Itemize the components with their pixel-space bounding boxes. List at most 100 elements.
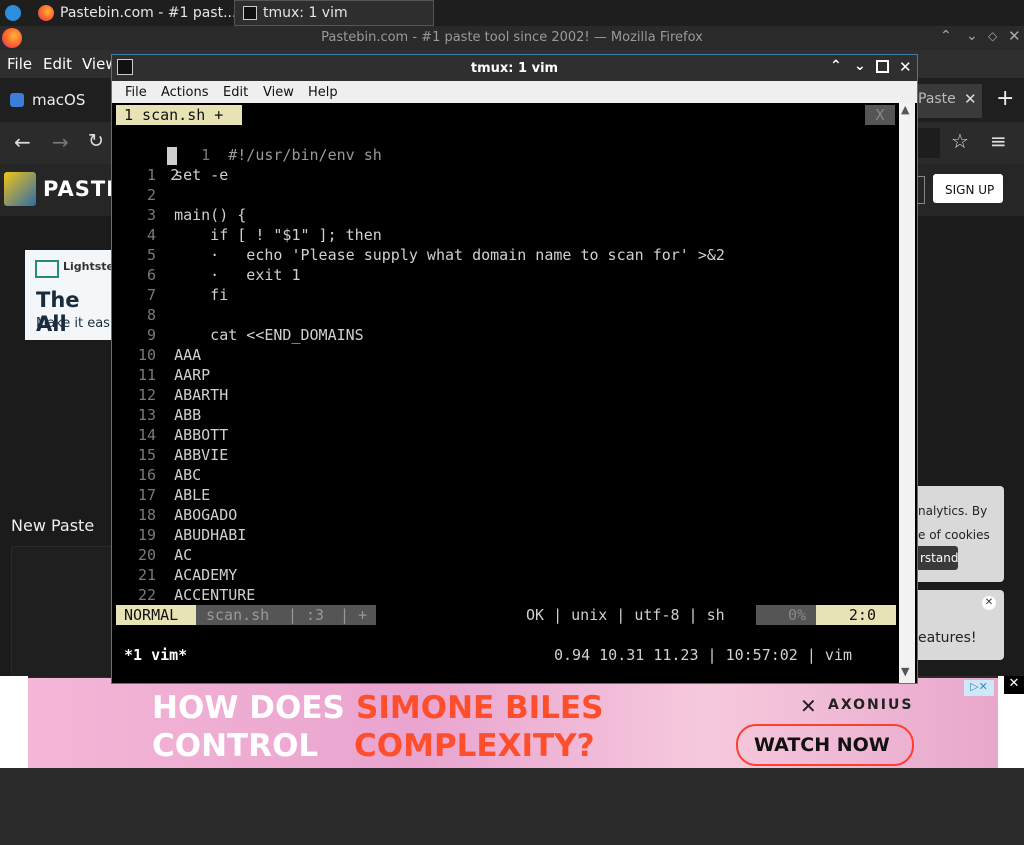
code-text: ABB xyxy=(174,406,202,424)
scroll-down-icon[interactable]: ▼ xyxy=(901,665,909,678)
features-notice: ✕ eatures! xyxy=(912,590,1004,660)
taskbar-browser-label: Pastebin.com - #1 past... xyxy=(60,5,237,21)
signup-label: SIGN UP xyxy=(945,183,995,197)
code-line: 18 ABOGADO xyxy=(116,505,725,525)
maximize-icon[interactable] xyxy=(876,60,889,73)
code-line: 16 ABC xyxy=(116,465,725,485)
text-cursor xyxy=(167,147,177,165)
hamburger-menu-icon[interactable]: ≡ xyxy=(990,129,1007,153)
lightstep-logo-icon xyxy=(35,260,59,278)
code-text: · echo 'Please supply what domain name t… xyxy=(174,246,725,264)
adchoices-icon[interactable]: ▷✕ xyxy=(964,680,994,696)
term-menu-edit[interactable]: Edit xyxy=(223,85,248,100)
ad-line2-b: COMPLEXITY? xyxy=(354,728,595,764)
code-line: 13 ABB xyxy=(116,405,725,425)
code-text: ABC xyxy=(174,466,202,484)
reload-icon[interactable]: ↻ xyxy=(88,130,104,152)
search-box[interactable] xyxy=(918,176,925,204)
tab-macos[interactable]: macOS xyxy=(32,91,85,109)
terminal-content[interactable]: 1 scan.sh + X 1 #!/usr/bin/env sh 2 1 se… xyxy=(112,103,917,683)
line-number: 8 xyxy=(146,306,156,324)
code-line: 9 cat <<END_DOMAINS xyxy=(116,325,725,345)
term-menu-file[interactable]: File xyxy=(125,85,147,100)
code-line: 19 ABUDHABI xyxy=(116,525,725,545)
close-icon[interactable]: ✕ xyxy=(899,58,912,76)
code-text: ABARTH xyxy=(174,386,229,404)
maximize-icon[interactable]: ⌄ xyxy=(966,28,978,44)
back-icon[interactable]: ← xyxy=(14,130,31,154)
url-bar[interactable] xyxy=(918,128,940,158)
restore-icon[interactable]: ◇ xyxy=(988,29,997,43)
vim-mode: NORMAL xyxy=(116,605,196,625)
code-line: 4 if [ ! "$1" ]; then xyxy=(116,225,725,245)
terminal-title: tmux: 1 vim xyxy=(470,61,559,76)
pastebin-logo-icon xyxy=(4,172,36,206)
close-icon[interactable]: ✕ xyxy=(1008,27,1021,45)
line-number: 9 xyxy=(146,326,156,344)
code-text: AAA xyxy=(174,346,202,364)
scroll-up-icon[interactable]: ▲ xyxy=(901,103,909,116)
line-number: 14 xyxy=(137,426,156,444)
terminal-window[interactable]: tmux: 1 vim ⌃ ⌄ ✕ File Actions Edit View… xyxy=(111,54,918,684)
tmux-window[interactable]: *1 vim* xyxy=(124,645,187,665)
line-number: 15 xyxy=(137,446,156,464)
ad-close-icon[interactable]: ✕ xyxy=(1004,676,1024,694)
terminal-titlebar[interactable]: tmux: 1 vim ⌃ ⌄ ✕ xyxy=(112,55,917,81)
code-line: 8 xyxy=(116,305,725,325)
code-text: ABBVIE xyxy=(174,446,229,464)
taskbar-firefox-item[interactable]: Pastebin.com - #1 past... xyxy=(28,0,240,26)
forward-icon[interactable]: → xyxy=(52,130,69,154)
paste-editor-area[interactable] xyxy=(11,546,113,678)
code-line: 21 ACADEMY xyxy=(116,565,725,585)
code-text: ABBOTT xyxy=(174,426,229,444)
code-text: fi xyxy=(174,286,229,304)
code-text: AARP xyxy=(174,366,211,384)
code-line: 17 ABLE xyxy=(116,485,725,505)
line-number: 4 xyxy=(146,226,156,244)
tmux-statusline: *1 vim* 0.94 10.31 11.23 | 10:57:02 | vi… xyxy=(116,645,896,665)
code-text: #!/usr/bin/env sh xyxy=(228,146,382,164)
minimize-icon[interactable]: ⌃ xyxy=(830,58,842,74)
term-menu-view[interactable]: View xyxy=(263,85,294,100)
minimize-icon[interactable]: ⌃ xyxy=(940,28,952,44)
terminal-menubar: File Actions Edit View Help xyxy=(112,81,917,103)
term-menu-actions[interactable]: Actions xyxy=(161,85,209,100)
code-text: ABLE xyxy=(174,486,211,504)
vim-tab-active[interactable]: 1 scan.sh + xyxy=(116,105,242,125)
vim-sep: | xyxy=(340,606,350,624)
terminal-scrollbar[interactable]: ▲ ▼ xyxy=(899,103,915,683)
term-menu-help[interactable]: Help xyxy=(308,85,338,100)
taskbar-terminal-item[interactable]: tmux: 1 vim xyxy=(234,0,434,26)
watch-now-label: WATCH NOW xyxy=(754,734,890,756)
line-number: 22 xyxy=(137,586,156,604)
terminal-icon xyxy=(243,6,257,20)
menu-edit[interactable]: Edit xyxy=(43,55,72,73)
ad-banner-left[interactable]: Lightstep The All Make it eas xyxy=(25,250,122,340)
code-line: 22 ACCENTURE xyxy=(116,585,725,605)
code-text: main() { xyxy=(174,206,247,224)
cookie-accept-label: rstand xyxy=(920,551,959,565)
code-text: ABUDHABI xyxy=(174,526,247,544)
code-text: · exit 1 xyxy=(174,266,301,284)
ad-line2-a: CONTROL xyxy=(152,728,319,764)
bookmark-star-icon[interactable]: ☆ xyxy=(951,129,969,153)
cookie-notice: nalytics. By e of cookies rstand xyxy=(912,486,1004,582)
bluetooth-icon[interactable] xyxy=(5,5,21,21)
vim-filename: scan.sh xyxy=(206,606,270,624)
code-text: ACCENTURE xyxy=(174,586,256,604)
line-number: 17 xyxy=(137,486,156,504)
line-number: 11 xyxy=(137,366,156,384)
vim-tab-close[interactable]: X xyxy=(865,105,895,125)
tab-close-icon[interactable]: ✕ xyxy=(964,90,977,108)
menu-file[interactable]: File xyxy=(7,55,32,73)
line-number: 12 xyxy=(137,386,156,404)
bottom-ad-banner[interactable]: HOW DOES SIMONE BILES CONTROL COMPLEXITY… xyxy=(28,678,998,768)
code-text: AC xyxy=(174,546,193,564)
code-text: cat <<END_DOMAINS xyxy=(174,326,364,344)
line-number: 13 xyxy=(137,406,156,424)
features-close-icon[interactable]: ✕ xyxy=(982,596,996,610)
chevron-down-icon[interactable]: ⌄ xyxy=(854,58,866,74)
line-number: 21 xyxy=(137,566,156,584)
new-tab-icon[interactable]: + xyxy=(996,86,1014,111)
code-line: 6 · exit 1 xyxy=(116,265,725,285)
